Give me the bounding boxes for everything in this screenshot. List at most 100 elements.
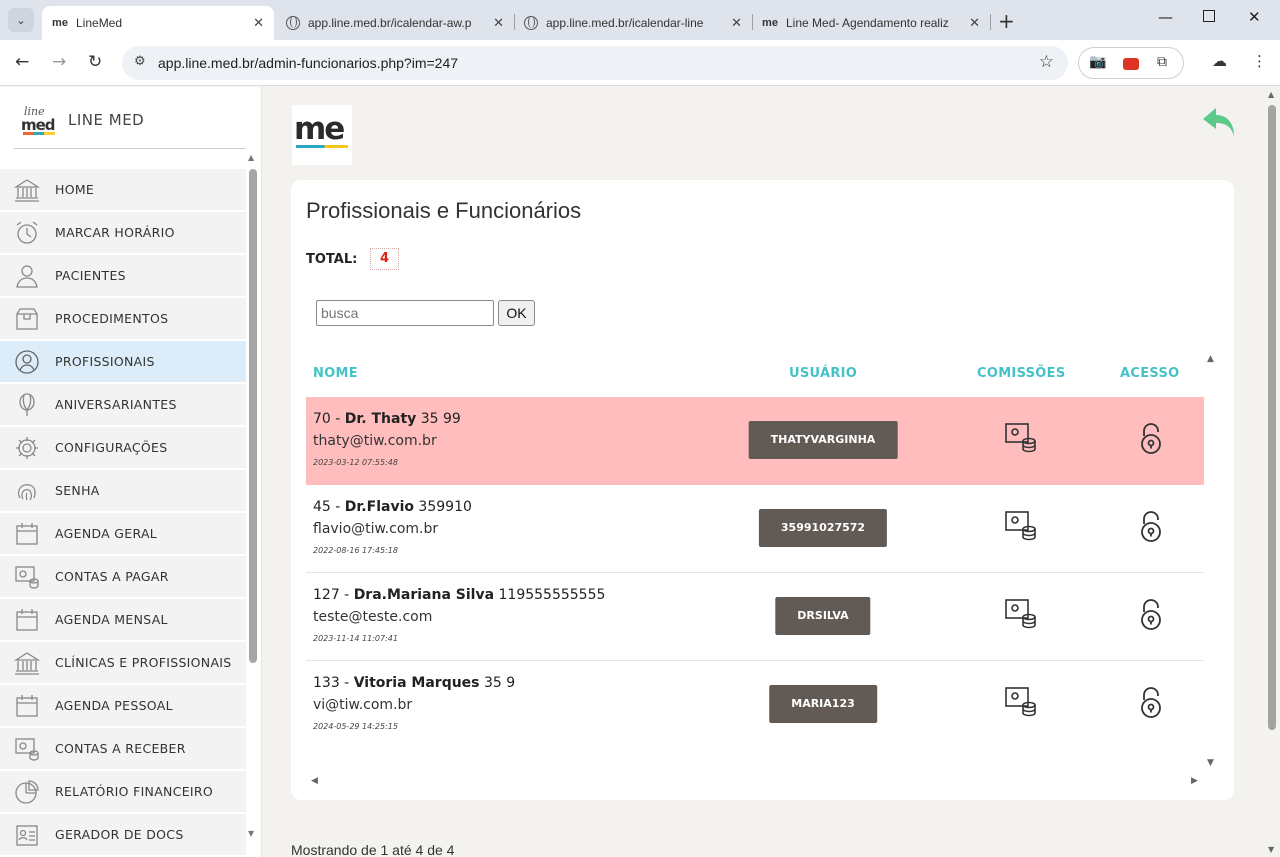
tab-icalendar-aw[interactable]: app.line.med.br/icalendar-aw.p ✕ — [276, 6, 514, 40]
close-tab-icon[interactable]: ✕ — [731, 15, 742, 31]
total-label: TOTAL: — [306, 252, 358, 267]
sidebar-item-clinicas-e-profissionais[interactable]: CLÍNICAS E PROFISSIONAIS — [0, 642, 246, 683]
forward-nav-icon[interactable]: → — [52, 52, 66, 72]
site-info-icon[interactable]: ⚙ — [134, 54, 146, 69]
alarm-clock-icon — [14, 220, 40, 246]
reload-icon[interactable]: ↻ — [88, 52, 102, 72]
sidebar-item-contas-a-receber[interactable]: CONTAS A RECEBER — [0, 728, 246, 769]
row-title: 127 - Dra.Mariana Silva 119555555555 — [313, 587, 606, 603]
page-scroll-down-icon[interactable]: ▼ — [1268, 845, 1274, 854]
unlock-icon[interactable] — [1139, 599, 1163, 631]
sidebar: line med LINE MED HOME MARCAR HORÁRIO PA… — [0, 87, 262, 857]
commission-icon[interactable] — [1004, 685, 1038, 719]
row-email: thaty@tiw.com.br — [313, 433, 437, 449]
bank-icon — [14, 650, 40, 676]
user-icon — [14, 263, 40, 289]
commission-icon[interactable] — [1004, 421, 1038, 455]
sidebar-item-aniversariantes[interactable]: ANIVERSARIANTES — [0, 384, 246, 425]
browser-tab-bar: ⌄ me LineMed ✕ app.line.med.br/icalendar… — [0, 0, 1280, 40]
sidebar-scroll-down-icon[interactable]: ▼ — [248, 829, 254, 838]
page-scroll-up-icon[interactable]: ▲ — [1268, 90, 1274, 99]
sidebar-item-marcar-horario[interactable]: MARCAR HORÁRIO — [0, 212, 246, 253]
linemed-favicon-icon: me — [52, 17, 68, 29]
bank-icon — [14, 177, 40, 203]
tab-icalendar-line[interactable]: app.line.med.br/icalendar-line ✕ — [514, 6, 752, 40]
sidebar-item-home[interactable]: HOME — [0, 169, 246, 210]
calendar-icon — [14, 521, 40, 547]
maximize-icon[interactable] — [1203, 10, 1215, 22]
close-tab-icon[interactable]: ✕ — [253, 15, 264, 31]
table-scroll-left-icon[interactable]: ◀ — [311, 776, 318, 786]
sidebar-item-senha[interactable]: SENHA — [0, 470, 246, 511]
username-button[interactable]: 35991027572 — [758, 509, 888, 547]
sidebar-item-procedimentos[interactable]: PROCEDIMENTOS — [0, 298, 246, 339]
camera-icon[interactable]: 📷 — [1089, 54, 1106, 70]
globe-icon — [524, 16, 538, 30]
minimize-icon[interactable]: — — [1158, 8, 1173, 26]
close-tab-icon[interactable]: ✕ — [493, 15, 504, 31]
video-extension-icon[interactable] — [1123, 58, 1139, 70]
table-row[interactable]: 133 - Vitoria Marques 35 9 vi@tiw.com.br… — [306, 661, 1204, 749]
new-tab-button[interactable]: + — [998, 9, 1015, 33]
table-row[interactable]: 45 - Dr.Flavio 359910 flavio@tiw.com.br … — [306, 485, 1204, 573]
row-date: 2022-08-16 17:45:18 — [313, 546, 398, 555]
table-row[interactable]: 127 - Dra.Mariana Silva 119555555555 tes… — [306, 573, 1204, 661]
table-row[interactable]: 70 - Dr. Thaty 35 99 thaty@tiw.com.br 20… — [306, 397, 1204, 485]
row-date: 2024-05-29 14:25:15 — [313, 722, 398, 731]
sidebar-item-pacientes[interactable]: PACIENTES — [0, 255, 246, 296]
search-ok-button[interactable]: OK — [498, 300, 535, 326]
bookmark-star-icon[interactable]: ☆ — [1039, 52, 1054, 72]
back-arrow-icon[interactable] — [1200, 104, 1240, 140]
table-scroll-down-icon[interactable]: ▼ — [1207, 758, 1214, 768]
sidebar-item-profissionais[interactable]: PROFISSIONAIS — [0, 341, 246, 382]
table-scroll-up-icon[interactable]: ▲ — [1207, 354, 1214, 364]
user-circle-icon — [14, 349, 40, 375]
pagination-info: Mostrando de 1 até 4 de 4 — [291, 842, 455, 857]
tab-search-button[interactable]: ⌄ — [8, 8, 34, 32]
tab-separator — [990, 14, 991, 30]
sidebar-item-agenda-pessoal[interactable]: AGENDA PESSOAL — [0, 685, 246, 726]
unlock-icon[interactable] — [1139, 423, 1163, 455]
sidebar-item-relatorio-financeiro[interactable]: RELATÓRIO FINANCEIRO — [0, 771, 246, 812]
sidebar-scrollbar-thumb[interactable] — [249, 169, 257, 663]
sidebar-item-agenda-geral[interactable]: AGENDA GERAL — [0, 513, 246, 554]
calendar-icon — [14, 693, 40, 719]
money-icon — [14, 736, 40, 762]
divider — [14, 148, 246, 149]
profile-icon[interactable]: ☁ — [1212, 52, 1227, 70]
tab-linemed[interactable]: me LineMed ✕ — [42, 6, 274, 40]
back-nav-icon[interactable]: ← — [15, 52, 29, 72]
row-email: teste@teste.com — [313, 609, 433, 625]
pie-chart-icon — [14, 779, 40, 805]
username-button[interactable]: MARIA123 — [769, 685, 877, 723]
table-scroll-right-icon[interactable]: ▶ — [1191, 776, 1198, 786]
close-tab-icon[interactable]: ✕ — [969, 15, 980, 31]
row-title: 133 - Vitoria Marques 35 9 — [313, 675, 516, 691]
sidebar-item-gerador-de-docs[interactable]: GERADOR DE DOCS — [0, 814, 246, 855]
linemed-favicon-icon: me — [762, 17, 778, 29]
row-date: 2023-03-12 07:55:48 — [313, 458, 398, 467]
tab-agendamento[interactable]: me Line Med- Agendamento realiz ✕ — [752, 6, 990, 40]
brand[interactable]: line med LINE MED — [20, 105, 144, 135]
sidebar-scroll-up-icon[interactable]: ▲ — [248, 153, 254, 162]
column-header-usuario[interactable]: USUÁRIO — [789, 366, 857, 381]
page-scrollbar-thumb[interactable] — [1268, 105, 1276, 730]
linemed-logo: line med — [21, 105, 56, 135]
username-button[interactable]: DRSILVA — [775, 597, 871, 635]
unlock-icon[interactable] — [1139, 511, 1163, 543]
search-input[interactable] — [316, 300, 494, 326]
sidebar-item-agenda-mensal[interactable]: AGENDA MENSAL — [0, 599, 246, 640]
commission-icon[interactable] — [1004, 509, 1038, 543]
sidebar-item-configuracoes[interactable]: CONFIGURAÇÕES — [0, 427, 246, 468]
puzzle-icon[interactable]: ⧉ — [1157, 54, 1167, 70]
column-header-nome[interactable]: NOME — [313, 366, 358, 381]
sidebar-item-contas-a-pagar[interactable]: CONTAS A PAGAR — [0, 556, 246, 597]
commission-icon[interactable] — [1004, 597, 1038, 631]
address-bar[interactable]: ⚙ app.line.med.br/admin-funcionarios.php… — [122, 46, 1068, 80]
unlock-icon[interactable] — [1139, 687, 1163, 719]
column-header-comissoes[interactable]: COMISSÕES — [977, 366, 1066, 381]
username-button[interactable]: THATYVARGINHA — [748, 421, 898, 459]
column-header-acesso[interactable]: ACESSO — [1120, 366, 1179, 381]
close-window-icon[interactable]: ✕ — [1248, 8, 1261, 26]
kebab-menu-icon[interactable]: ⋮ — [1252, 52, 1267, 70]
